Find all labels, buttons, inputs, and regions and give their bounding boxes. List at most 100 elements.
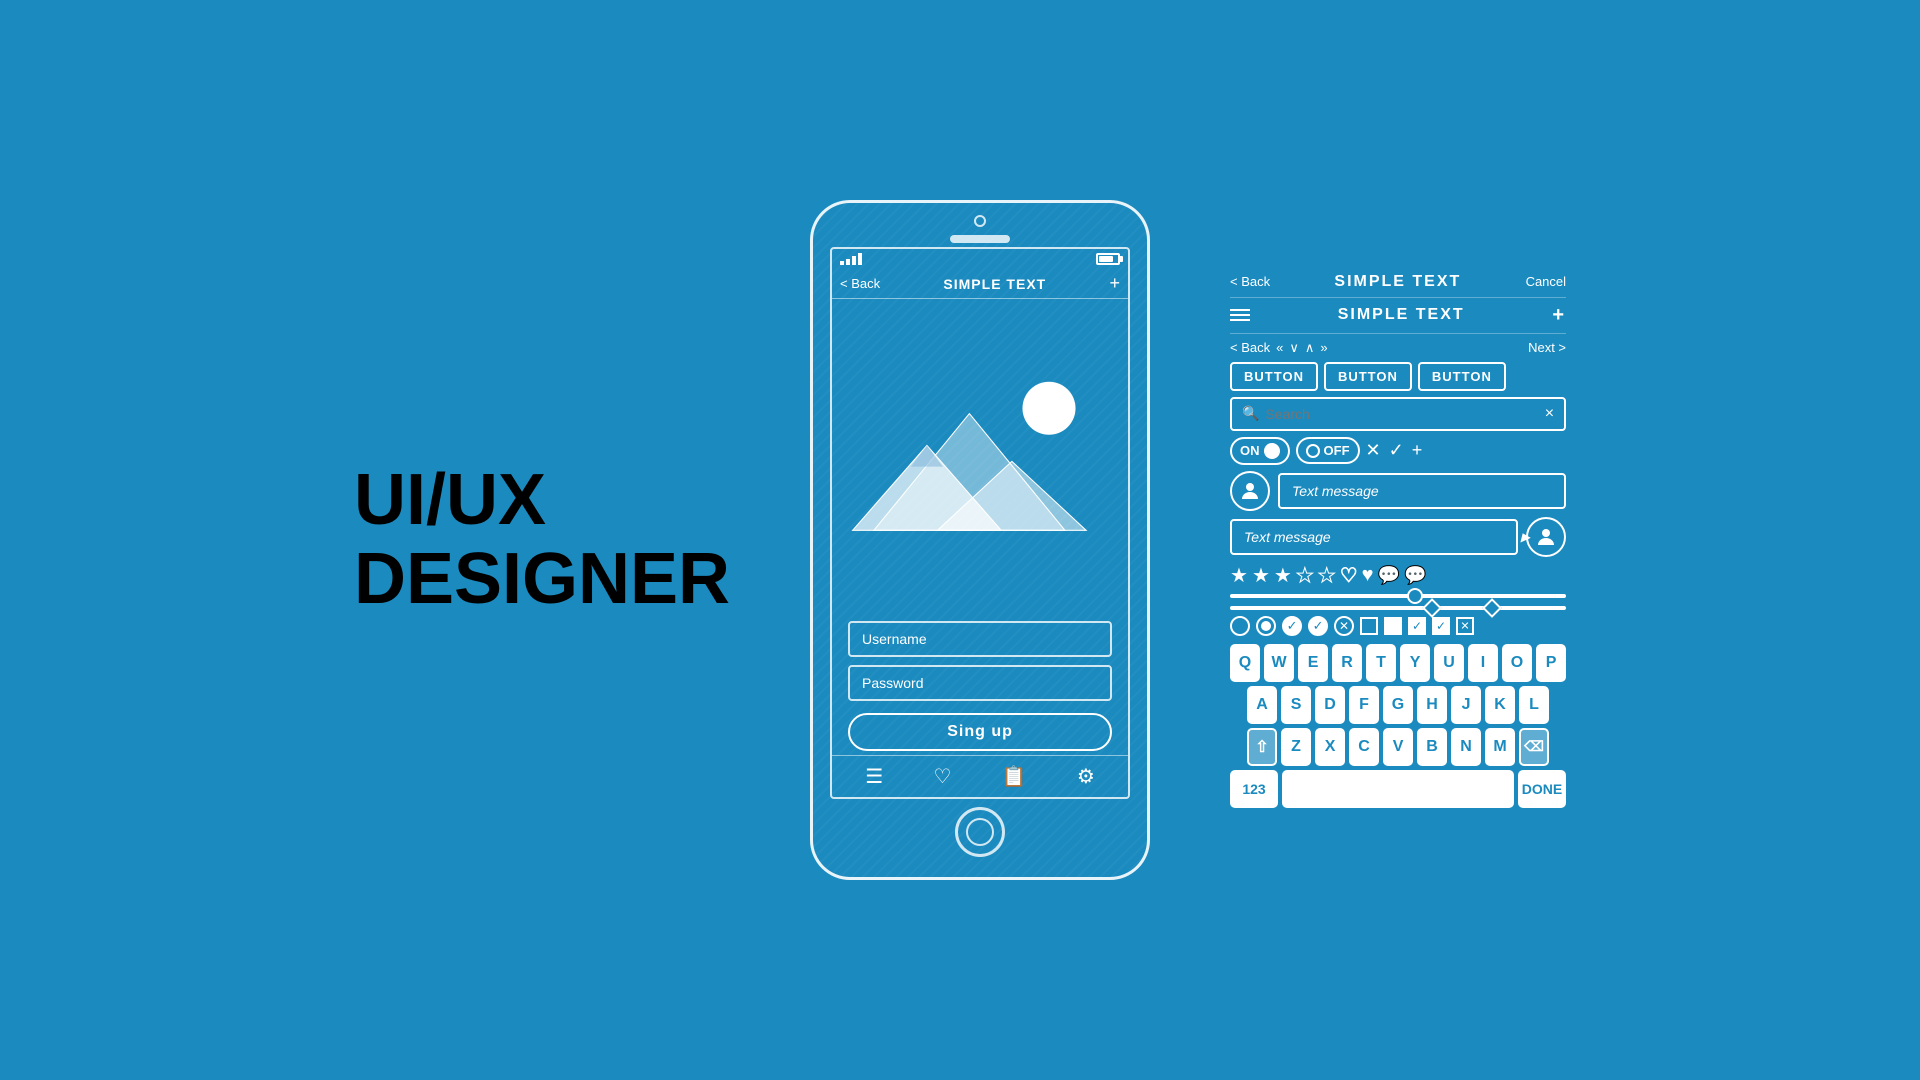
uikit-cancel-button[interactable]: Cancel	[1526, 274, 1566, 289]
uikit-buttons-row: BUTTON BUTTON BUTTON	[1230, 362, 1566, 391]
nav-prev-prev[interactable]: «	[1276, 340, 1283, 355]
star-1-filled[interactable]: ★	[1230, 563, 1248, 588]
key-Y[interactable]: Y	[1400, 644, 1430, 682]
sq-check[interactable]	[1408, 617, 1426, 635]
key-A[interactable]: A	[1247, 686, 1277, 724]
key-D[interactable]: D	[1315, 686, 1345, 724]
menu-icon[interactable]: ☰	[865, 764, 883, 789]
circle-x[interactable]	[1334, 616, 1354, 636]
key-done[interactable]: DONE	[1518, 770, 1566, 808]
username-field[interactable]: Username	[848, 621, 1112, 657]
key-Z[interactable]: Z	[1281, 728, 1311, 766]
phone-image-area	[832, 299, 1128, 613]
key-C[interactable]: C	[1349, 728, 1379, 766]
heart-icon[interactable]: ♡	[933, 764, 951, 789]
sq-empty[interactable]	[1360, 617, 1378, 635]
nav-next[interactable]: Next >	[1334, 340, 1566, 355]
nav-chevron-down[interactable]: ∨	[1289, 340, 1299, 356]
key-P[interactable]: P	[1536, 644, 1566, 682]
heart-empty-icon[interactable]: ♡	[1340, 563, 1358, 588]
star-2-filled[interactable]: ★	[1252, 563, 1270, 588]
chat-bubble-left: Text message	[1230, 471, 1566, 511]
bubble-filled-icon[interactable]: 💬	[1404, 565, 1426, 586]
chat-input-right[interactable]: Text message	[1230, 519, 1518, 555]
key-backspace[interactable]: ⌫	[1519, 728, 1549, 766]
uikit-button-2[interactable]: BUTTON	[1324, 362, 1412, 391]
key-I[interactable]: I	[1468, 644, 1498, 682]
phone-home-button[interactable]	[955, 807, 1005, 857]
key-X[interactable]: X	[1315, 728, 1345, 766]
key-R[interactable]: R	[1332, 644, 1362, 682]
key-K[interactable]: K	[1485, 686, 1515, 724]
kb-row-3: ⇧ Z X C V B N M ⌫	[1230, 728, 1566, 766]
key-U[interactable]: U	[1434, 644, 1464, 682]
note-icon[interactable]: 📋	[1002, 764, 1027, 789]
key-G[interactable]: G	[1383, 686, 1413, 724]
circle-check-filled[interactable]	[1308, 616, 1328, 636]
nav-chevron-up[interactable]: ∧	[1305, 340, 1315, 356]
key-O[interactable]: O	[1502, 644, 1532, 682]
search-input[interactable]	[1265, 406, 1538, 422]
key-space[interactable]	[1282, 770, 1514, 808]
toggle-on[interactable]: ON	[1230, 437, 1290, 465]
nav-next-next[interactable]: »	[1320, 340, 1327, 355]
phone-section: < Back SIMPLE TEXT +	[790, 200, 1170, 880]
chat-input-left[interactable]: Text message	[1278, 473, 1566, 509]
key-B[interactable]: B	[1417, 728, 1447, 766]
toggle-on-dot	[1264, 443, 1280, 459]
avatar-left-icon	[1238, 479, 1262, 503]
slider-1-thumb[interactable]	[1407, 588, 1423, 604]
search-bar: 🔍 ×	[1230, 397, 1566, 431]
kb-row-1: Q W E R T Y U I O P	[1230, 644, 1566, 682]
checkbox-radio-row	[1230, 616, 1566, 636]
settings-icon[interactable]: ⚙	[1077, 764, 1095, 789]
key-H[interactable]: H	[1417, 686, 1447, 724]
key-N[interactable]: N	[1451, 728, 1481, 766]
key-M[interactable]: M	[1485, 728, 1515, 766]
search-clear-button[interactable]: ×	[1545, 405, 1554, 423]
nav-back-arrow[interactable]: < Back	[1230, 340, 1270, 355]
radio-filled[interactable]	[1256, 616, 1276, 636]
bubble-empty-icon[interactable]: 💬	[1378, 565, 1400, 586]
sq-check-2[interactable]	[1432, 617, 1450, 635]
password-field[interactable]: Password	[848, 665, 1112, 701]
key-T[interactable]: T	[1366, 644, 1396, 682]
key-Q[interactable]: Q	[1230, 644, 1260, 682]
sq-filled[interactable]	[1384, 617, 1402, 635]
uikit-button-3[interactable]: BUTTON	[1418, 362, 1506, 391]
key-123[interactable]: 123	[1230, 770, 1278, 808]
radio-check[interactable]	[1282, 616, 1302, 636]
uikit-back-button[interactable]: < Back	[1230, 274, 1270, 289]
ctrl-check-icon[interactable]: ✓	[1389, 440, 1404, 461]
phone-plus-button[interactable]: +	[1110, 273, 1121, 294]
key-shift[interactable]: ⇧	[1247, 728, 1277, 766]
heart-filled-icon[interactable]: ♥	[1362, 564, 1374, 587]
key-L[interactable]: L	[1519, 686, 1549, 724]
phone-nav-title: SIMPLE TEXT	[880, 276, 1109, 292]
title-section: UI/UX DESIGNER	[354, 461, 730, 619]
avatar-right-icon	[1534, 525, 1558, 549]
key-F[interactable]: F	[1349, 686, 1379, 724]
key-W[interactable]: W	[1264, 644, 1294, 682]
key-S[interactable]: S	[1281, 686, 1311, 724]
uikit-button-1[interactable]: BUTTON	[1230, 362, 1318, 391]
star-5-empty[interactable]: ★	[1318, 563, 1336, 588]
ctrl-x-icon[interactable]: ✕	[1366, 440, 1381, 461]
signup-button[interactable]: Sing up	[848, 713, 1112, 751]
slider-2-thumb-2[interactable]	[1482, 598, 1502, 618]
uikit-title-plus[interactable]: +	[1552, 304, 1566, 327]
toggle-off[interactable]: OFF	[1296, 437, 1360, 464]
slider-2-thumb-1[interactable]	[1422, 598, 1442, 618]
phone-back-button[interactable]: < Back	[840, 276, 880, 291]
sq-x[interactable]	[1456, 617, 1474, 635]
star-3-filled[interactable]: ★	[1274, 563, 1292, 588]
radio-empty[interactable]	[1230, 616, 1250, 636]
key-V[interactable]: V	[1383, 728, 1413, 766]
uikit-panel: < Back SIMPLE TEXT Cancel SIMPLE TEXT + …	[1230, 273, 1566, 808]
star-4-empty[interactable]: ★	[1296, 563, 1314, 588]
key-J[interactable]: J	[1451, 686, 1481, 724]
hamburger-icon[interactable]	[1230, 309, 1250, 321]
ctrl-plus-icon[interactable]: +	[1412, 440, 1423, 461]
phone-speaker	[950, 235, 1010, 243]
key-E[interactable]: E	[1298, 644, 1328, 682]
